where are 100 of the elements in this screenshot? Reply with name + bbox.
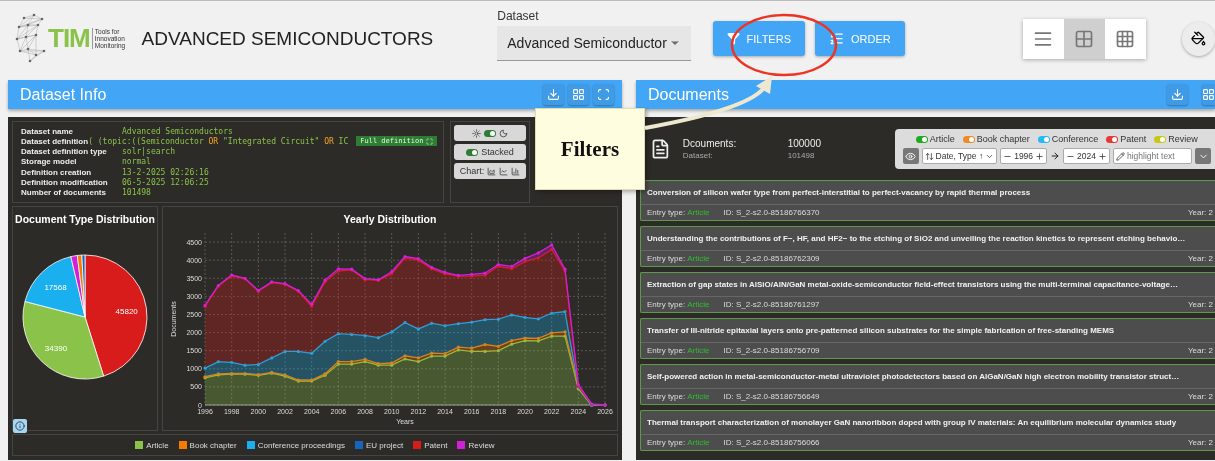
- moon-icon: [499, 128, 508, 138]
- grid-button[interactable]: [568, 84, 589, 105]
- document-title: Transfer of III-nitride epitaxial layers onto pre-patterned silicon substrates for the simple fabrication of free-standing MEMS: [641, 319, 1215, 343]
- grid-icon: [572, 88, 585, 101]
- document-title: Extraction of gap states in AlSiO/AlN/GaN metal-oxide-semiconductor field-effect transistors using the multi-terminal capacitance-voltage…: [641, 273, 1215, 297]
- document-card[interactable]: Understanding the contributions of F−, HF, and HF2− to the etching of SiO2 and unveiling the reaction kinetics to represent etching behavio… Entry type: Article ID: S_2-s2.0-85186762309 Year: 2: [640, 226, 1215, 267]
- document-title: Conversion of silicon wafer type from perfect-interstitial to perfect-vacancy by rapid thermal process: [641, 181, 1215, 205]
- eye-icon: [905, 150, 917, 162]
- field-value: 06-5-2025 12:06:25: [122, 178, 209, 188]
- document-id: ID: S_2-s2.0-85186756066: [723, 438, 820, 447]
- type-toggle[interactable]: Review: [1154, 134, 1198, 144]
- document-year: Year: 2: [1187, 438, 1213, 447]
- theme-button[interactable]: [1181, 21, 1215, 56]
- info-button[interactable]: [13, 419, 27, 433]
- legend-item: Patent: [413, 440, 448, 450]
- count-label: Dcouments:: [682, 138, 738, 149]
- dataset-select[interactable]: Advanced Semiconductor: [497, 25, 691, 61]
- app-title: ADVANCED SEMICONDUCTORS: [141, 27, 435, 50]
- line-chart-icon[interactable]: [499, 166, 509, 176]
- document-card[interactable]: Self-powered action in metal-semiconductor-metal ultraviolet photodetectors based on AlGaN/GaN high electron mobility transistor struct… Entry type: Article ID: S_2-s2.0-85186756649 Year: 2: [640, 364, 1215, 405]
- entry-type: Article: [687, 300, 710, 309]
- toggle-label: Stacked: [481, 147, 514, 157]
- callout-text: Filters: [560, 136, 620, 162]
- stacked-toggle[interactable]: Stacked: [454, 144, 526, 160]
- grid-button[interactable]: [1202, 84, 1215, 105]
- entry-type: Article: [687, 438, 710, 447]
- entry-type: Article: [687, 392, 710, 401]
- field-label: Definition modification: [21, 178, 109, 188]
- document-id: ID: S_2-s2.0-85186756709: [723, 346, 820, 355]
- entry-type-label: Entry type:: [647, 438, 686, 447]
- bar-chart-icon[interactable]: [511, 166, 521, 176]
- type-toggle[interactable]: Book chapter: [962, 134, 1030, 144]
- document-id: ID: S_2-s2.0-85186761297: [723, 300, 820, 309]
- entry-type: Article: [687, 254, 710, 263]
- dataset-count: 101498: [787, 151, 816, 160]
- type-toggle[interactable]: Conference: [1037, 134, 1099, 144]
- field-label: Storage model: [21, 157, 78, 167]
- document-card[interactable]: Extraction of gap states in AlSiO/AlN/GaN metal-oxide-semiconductor field-effect transistors using the multi-terminal capacitance-voltage… Entry type: Article ID: S_2-s2.0-85186761297 Year: 2: [640, 272, 1215, 313]
- legend-item: Book chapter: [178, 440, 237, 450]
- network-globe-icon: [14, 12, 46, 65]
- field-label: Number of documents: [21, 188, 107, 198]
- plus-icon: [1098, 151, 1107, 161]
- type-toggle[interactable]: Article: [915, 134, 955, 144]
- year-from-stepper[interactable]: 1996: [1000, 148, 1048, 164]
- field-label: Dataset definition: [21, 136, 89, 146]
- panel-title: Documents: [648, 85, 729, 104]
- order-icon: [829, 31, 844, 46]
- legend-item: Article: [135, 440, 169, 450]
- highlight-field[interactable]: highlight text: [1113, 148, 1192, 164]
- field-value: Advanced Semiconductors: [122, 126, 233, 136]
- year-to-stepper[interactable]: 2024: [1063, 148, 1110, 164]
- view-toggle[interactable]: [1063, 18, 1105, 59]
- download-icon: [1171, 88, 1184, 101]
- download-button[interactable]: [1167, 84, 1188, 105]
- visibility-button[interactable]: [902, 148, 919, 164]
- document-title: Thermal transport characterization of monolayer GaN nanoribbon doped with group IV materials: An equilibrium molecular dynamics study: [641, 411, 1215, 435]
- document-year: Year: 2: [1187, 254, 1213, 263]
- logo-text: TIM: [48, 23, 90, 54]
- field-label: Definition creation: [21, 167, 93, 177]
- paint-bucket-icon: [1190, 31, 1206, 46]
- document-card[interactable]: Transfer of III-nitride epitaxial layers onto pre-patterned silicon substrates for the simple fabrication of free-standing MEMS Entry type: Article ID: S_2-s2.0-85186756709 Year: 2: [640, 318, 1215, 359]
- entry-type-label: Entry type:: [647, 208, 686, 217]
- document-id: ID: S_2-s2.0-85186762309: [723, 254, 820, 263]
- menu-button[interactable]: [1195, 148, 1211, 164]
- download-icon: [547, 88, 560, 101]
- pencil-icon: [1116, 151, 1125, 161]
- field-value: 13-2-2025 02:26:16: [122, 167, 209, 177]
- document-id: ID: S_2-s2.0-85186756649: [723, 392, 820, 401]
- grid-view-icon: [1115, 28, 1136, 49]
- document-year: Year: 2: [1187, 208, 1213, 217]
- fullscreen-button[interactable]: [593, 84, 614, 105]
- document-year: Year: 2: [1187, 392, 1213, 401]
- sort-select[interactable]: Date, Type ↑: [921, 148, 998, 164]
- document-card[interactable]: Conversion of silicon wafer type from perfect-interstitial to perfect-vacancy by rapid thermal process Entry type: Article ID: S_2-s2.0-85186766370 Year: 2: [640, 180, 1215, 221]
- area-chart-icon[interactable]: [487, 166, 497, 176]
- entry-type-label: Entry type:: [647, 300, 686, 309]
- document-id: ID: S_2-s2.0-85186766370: [723, 208, 820, 217]
- theme-toggle[interactable]: [454, 125, 526, 141]
- field-label: Dataset definition type: [21, 147, 108, 157]
- filter-icon: [726, 32, 740, 45]
- document-card[interactable]: Thermal transport characterization of monolayer GaN nanoribbon doped with group IV materials: An equilibrium molecular dynamics study Entry type: Article ID: S_2-s2.0-85186756066 Year: 2: [640, 410, 1215, 451]
- view-toggle[interactable]: [1104, 18, 1146, 59]
- document-year: Year: 2: [1187, 300, 1213, 309]
- field-value: 101498: [122, 188, 151, 198]
- plus-icon: [1035, 151, 1045, 161]
- field-value: ( (topic:((Semiconductor OR "Integrated Circuit" OR IC: [88, 136, 349, 146]
- grid-view-icon: [1074, 28, 1095, 49]
- download-button[interactable]: [543, 84, 564, 105]
- dataset-label: Dataset:: [682, 151, 714, 160]
- field-value: solr|search: [122, 147, 175, 157]
- arrow-right-icon: [1050, 151, 1061, 161]
- view-toggle[interactable]: [1022, 18, 1064, 59]
- entry-type-label: Entry type:: [647, 254, 686, 263]
- type-toggle[interactable]: Patent: [1106, 134, 1147, 144]
- entry-type-label: Entry type:: [647, 346, 686, 355]
- fullscreen-icon: [597, 88, 610, 101]
- panel-title: Dataset Info: [20, 85, 107, 104]
- info-icon: [15, 421, 25, 431]
- count-value: 100000: [787, 138, 823, 149]
- grid-icon: [1202, 88, 1215, 101]
